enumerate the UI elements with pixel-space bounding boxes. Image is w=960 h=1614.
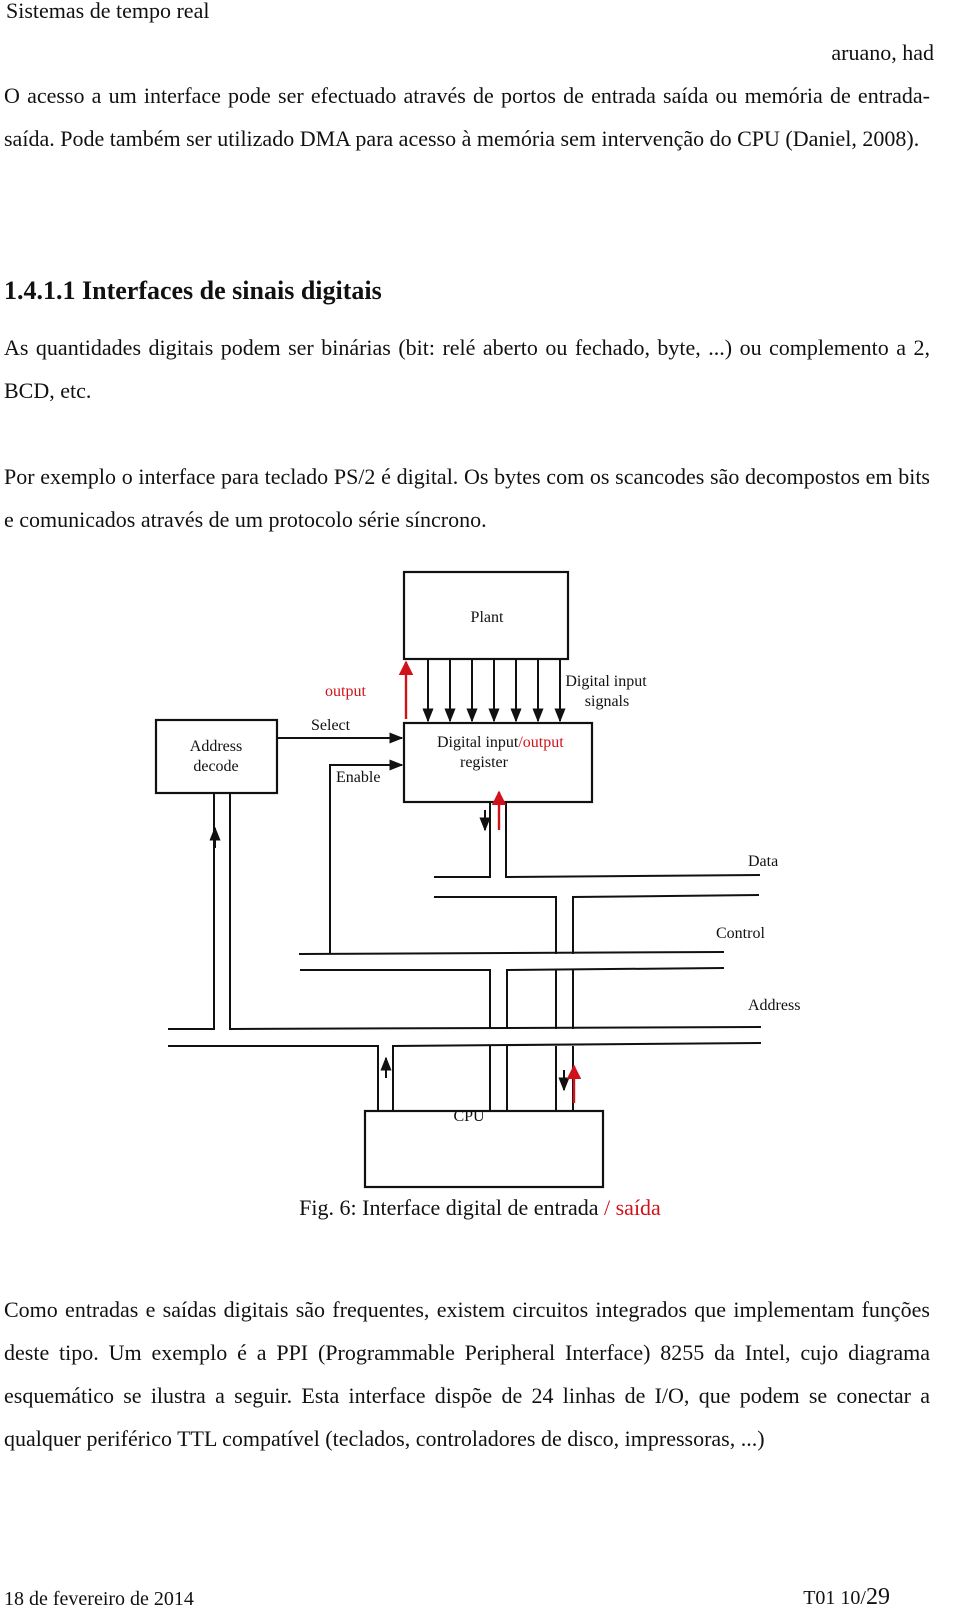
address-bus-bottom-left — [168, 1045, 379, 1111]
register-label-2: register — [460, 754, 509, 771]
enable-label: Enable — [336, 769, 380, 786]
select-label: Select — [311, 717, 351, 734]
address-decode-label-2: decode — [193, 758, 238, 775]
data-bus-bottom-left — [434, 896, 557, 954]
cpu-label: CPU — [453, 1108, 485, 1125]
intro-paragraph: O acesso a um interface pode ser efectua… — [4, 83, 930, 151]
address-riser-left — [168, 793, 215, 1030]
data-bus-top-left — [434, 802, 491, 878]
digital-input-signals-label-2: signals — [585, 693, 629, 710]
digital-input-signal-arrows — [422, 660, 566, 723]
control-bus-label: Control — [716, 925, 765, 942]
plant-label: Plant — [471, 609, 504, 626]
footer-date: 18 de fevereiro de 2014 — [4, 1588, 194, 1610]
enable-line — [329, 759, 404, 954]
page-total: 29 — [866, 1584, 890, 1610]
address-decode-label-1: Address — [190, 738, 242, 755]
footer-page-number: T01 10/29 — [803, 1584, 890, 1611]
section-heading: 1.4.1.1 Interfaces de sinais digitais — [4, 276, 382, 305]
control-bus-top — [298, 951, 725, 955]
figure-caption: Fig. 6: Interface digital de entrada / s… — [0, 1195, 960, 1221]
data-bus-top-right — [505, 802, 761, 879]
caption-main: Fig. 6: Interface digital de entrada — [299, 1195, 599, 1220]
paragraph-ppi-8255: Como entradas e saídas digitais são freq… — [4, 1297, 930, 1451]
caption-added: / saída — [604, 1195, 661, 1220]
output-label: output — [325, 683, 366, 700]
digital-io-interface-diagram: Plant Address decode Digital input/outpu… — [154, 570, 800, 1189]
paragraph-ps2-example: Por exemplo o interface para teclado PS/… — [4, 464, 930, 532]
document-author: aruano, had — [831, 40, 934, 65]
control-bus-bottom-right — [506, 967, 725, 1029]
page-prefix: T01 10/ — [803, 1587, 866, 1609]
control-bus-bottom-left — [300, 969, 491, 1029]
document-title: Sistemas de tempo real — [6, 0, 210, 23]
paragraph-digital-quantities: As quantidades digitais podem ser binári… — [4, 335, 930, 403]
address-bus-label: Address — [748, 997, 800, 1014]
register-label-1: Digital input/output — [437, 734, 564, 751]
address-bus-bottom-right — [392, 1042, 762, 1111]
digital-input-signals-label-1: Digital input — [565, 673, 647, 690]
address-decode-block — [154, 718, 279, 795]
address-bus-top — [229, 793, 762, 1031]
data-bus-label: Data — [748, 853, 778, 870]
